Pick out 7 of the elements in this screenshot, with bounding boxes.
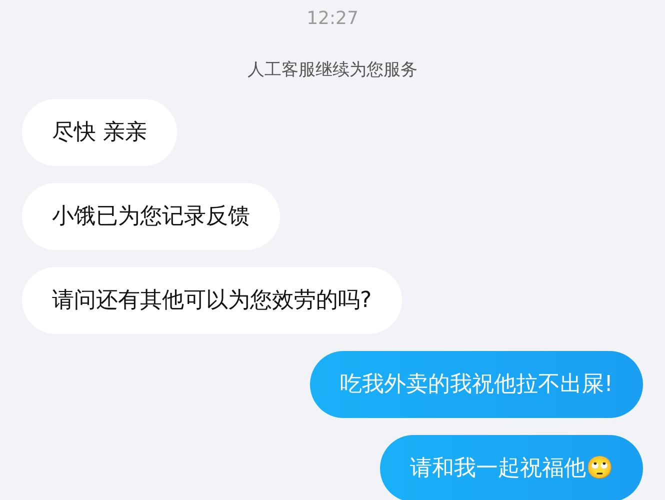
sent-message-bubble: 吃我外卖的我祝他拉不出屎! <box>310 350 643 418</box>
sent-message-bubble: 请和我一起祝福他🙄 <box>380 434 643 500</box>
received-message-bubble: 小饿已为您记录反馈 <box>22 182 280 250</box>
received-message-bubble: 请问还有其他可以为您效劳的吗? <box>22 266 402 334</box>
timestamp: 12:27 <box>306 7 358 31</box>
service-notice: 人工客服继续为您服务 <box>248 59 418 82</box>
received-message-bubble: 尽快 亲亲 <box>22 98 177 166</box>
